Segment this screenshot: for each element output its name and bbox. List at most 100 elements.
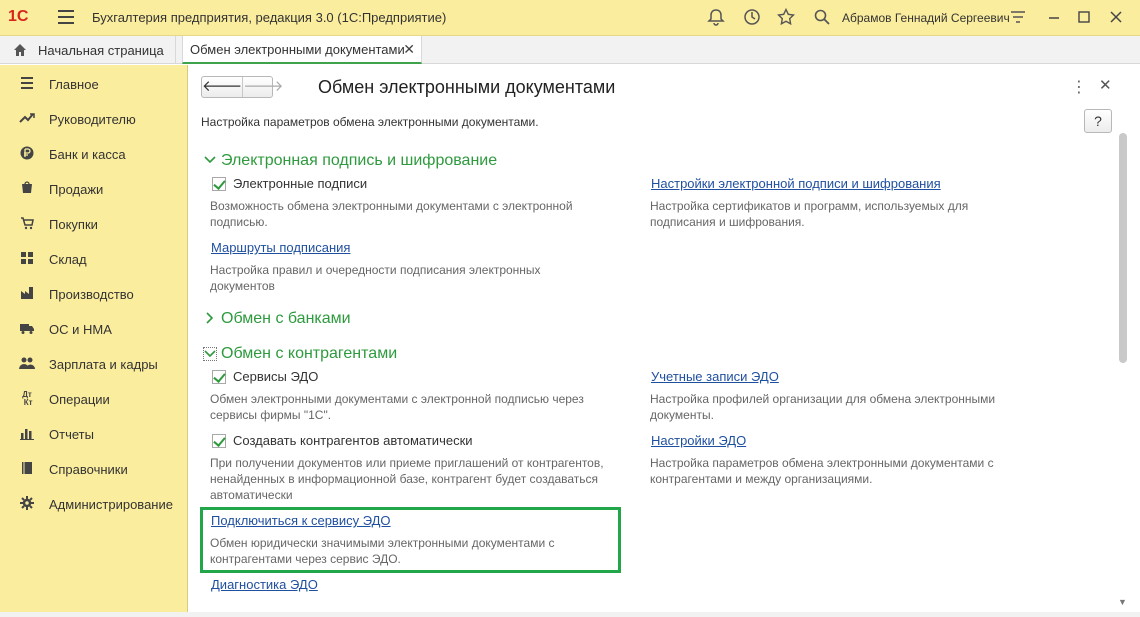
sidebar-item-label: Главное [49, 76, 99, 92]
routes-note: Настройка правил и очередности подписани… [210, 263, 541, 293]
group-banks-header[interactable]: Обмен с банками [203, 310, 351, 328]
sidebar-item-reports[interactable]: Отчеты [0, 417, 188, 451]
signatures-note: Возможность обмена электронными документ… [210, 199, 573, 229]
link-edo-accounts[interactable]: Учетные записи ЭДО [651, 369, 779, 384]
ruble-icon [19, 146, 35, 162]
tab-bar: Начальная страница Обмен электронными до… [0, 36, 1140, 64]
chart-icon [19, 426, 35, 442]
sidebar-item-label: Банк и касса [49, 146, 126, 162]
main-menu-icon[interactable] [58, 10, 74, 24]
sidebar-item-operations[interactable]: Дт Кт Операции [0, 382, 188, 416]
scroll-down-icon[interactable]: ▼ [1118, 597, 1127, 607]
people-icon [19, 356, 35, 372]
sidebar-item-label: Продажи [49, 181, 104, 197]
book-icon [19, 461, 35, 477]
factory-icon [19, 286, 35, 302]
history-icon[interactable] [742, 8, 762, 28]
minimize-icon[interactable] [1044, 8, 1064, 28]
sidebar-item-directories[interactable]: Справочники [0, 452, 188, 486]
checkbox-signatures[interactable]: Электронные подписи [212, 176, 367, 191]
cart-icon [19, 181, 35, 197]
forward-arrow-icon[interactable]: 🡒 [242, 77, 283, 97]
sidebar-item-label: Руководителю [49, 111, 136, 127]
bell-icon[interactable] [706, 8, 726, 28]
star-icon[interactable] [776, 7, 796, 28]
nav-buttons: 🡐 🡒 [201, 76, 283, 98]
back-arrow-icon[interactable]: 🡐 [202, 77, 242, 97]
sidebar-item-label: Администрирование [49, 496, 173, 512]
group-title: Электронная подпись и шифрование [221, 152, 498, 169]
checkbox-label: Сервисы ЭДО [233, 369, 319, 384]
signature-settings-note: Настройка сертификатов и программ, испол… [650, 199, 969, 229]
link-edo-settings[interactable]: Настройки ЭДО [651, 433, 746, 448]
dt-kt-icon: Дт Кт [21, 390, 33, 407]
sidebar-item-label: Операции [49, 391, 110, 407]
chevron-down-icon [203, 154, 217, 168]
sidebar-item-purchases[interactable]: Покупки [0, 207, 188, 241]
user-name[interactable]: Абрамов Геннадий Сергеевич [842, 11, 1010, 25]
search-icon[interactable] [812, 8, 832, 28]
sidebar-item-main[interactable]: Главное [0, 67, 188, 101]
form-close-icon[interactable]: ✕ [1099, 76, 1112, 94]
gear-icon [19, 496, 35, 512]
trend-icon [19, 111, 35, 127]
group-counterparties-header[interactable]: Обмен с контрагентами [203, 345, 397, 363]
sidebar-item-label: Отчеты [49, 426, 94, 442]
more-actions-icon[interactable]: ⋮ [1071, 77, 1087, 97]
settings-menu-icon[interactable] [1008, 8, 1028, 28]
tab-home-label: Начальная страница [38, 42, 164, 58]
basket-icon [19, 216, 35, 232]
sidebar-item-salary[interactable]: Зарплата и кадры [0, 347, 188, 381]
home-icon [12, 42, 28, 58]
group-signature-header[interactable]: Электронная подпись и шифрование [203, 152, 497, 170]
form-area: 🡐 🡒 Обмен электронными документами ⋮ ✕ Н… [189, 65, 1135, 612]
link-signing-routes[interactable]: Маршруты подписания [211, 240, 350, 255]
sidebar-item-sales[interactable]: Продажи [0, 172, 188, 206]
scrollbar-thumb[interactable] [1119, 133, 1127, 363]
help-button[interactable]: ? [1084, 109, 1112, 133]
sidebar-item-assets[interactable]: ОС и НМА [0, 312, 188, 346]
sidebar-item-admin[interactable]: Администрирование [0, 487, 188, 521]
page-title: Обмен электронными документами [318, 77, 616, 97]
sidebar-item-label: Справочники [49, 461, 128, 477]
window-close-icon[interactable] [1106, 8, 1126, 28]
chevron-down-icon [203, 347, 217, 361]
sidebar-item-production[interactable]: Производство [0, 277, 188, 311]
sidebar-item-label: ОС и НМА [49, 321, 112, 337]
group-title: Обмен с контрагентами [221, 345, 398, 362]
sidebar-item-warehouse[interactable]: Склад [0, 242, 188, 276]
sidebar: Главное Руководителю Банк и касса Продаж… [0, 65, 188, 612]
edo-settings-note: Настройка параметров обмена электронными… [650, 456, 994, 486]
sidebar-item-label: Склад [49, 251, 87, 267]
menu-icon [19, 76, 35, 92]
sidebar-item-bank[interactable]: Банк и касса [0, 137, 188, 171]
tab-edo-label: Обмен электронными документами [190, 41, 405, 57]
checkbox-checked[interactable] [212, 433, 226, 448]
title-bar: 1С Бухгалтерия предприятия, редакция 3.0… [0, 0, 1140, 36]
link-edo-diagnostics[interactable]: Диагностика ЭДО [211, 577, 318, 592]
tab-edo[interactable]: Обмен электронными документами ✕ [182, 36, 422, 64]
sidebar-item-label: Зарплата и кадры [49, 356, 158, 372]
maximize-icon[interactable] [1074, 8, 1094, 28]
checkbox-auto-counterparties[interactable]: Создавать контрагентов автоматически [212, 433, 473, 448]
warehouse-icon [19, 251, 35, 267]
tab-home[interactable]: Начальная страница [0, 36, 176, 64]
sidebar-item-label: Производство [49, 286, 134, 302]
tab-close-icon[interactable]: ✕ [403, 41, 415, 58]
form-description: Настройка параметров обмена электронными… [201, 115, 539, 129]
sidebar-item-label: Покупки [49, 216, 98, 232]
checkbox-checked[interactable] [212, 176, 226, 191]
checkbox-label: Электронные подписи [233, 176, 368, 191]
chevron-right-icon [203, 312, 217, 326]
group-title: Обмен с банками [221, 310, 351, 327]
services-note: Обмен электронными документами с электро… [210, 392, 584, 422]
link-signature-settings[interactable]: Настройки электронной подписи и шифрован… [651, 176, 941, 191]
checkbox-edo-services[interactable]: Сервисы ЭДО [212, 369, 318, 384]
window-title: Бухгалтерия предприятия, редакция 3.0 (1… [92, 10, 447, 25]
sidebar-item-manager[interactable]: Руководителю [0, 102, 188, 136]
auto-note: При получении документов или приеме приг… [210, 456, 604, 502]
vertical-scrollbar[interactable]: ▼ [1118, 127, 1128, 607]
link-connect-edo[interactable]: Подключиться к сервису ЭДО [211, 513, 391, 528]
app-logo: 1С [8, 8, 29, 25]
checkbox-checked[interactable] [212, 369, 226, 384]
